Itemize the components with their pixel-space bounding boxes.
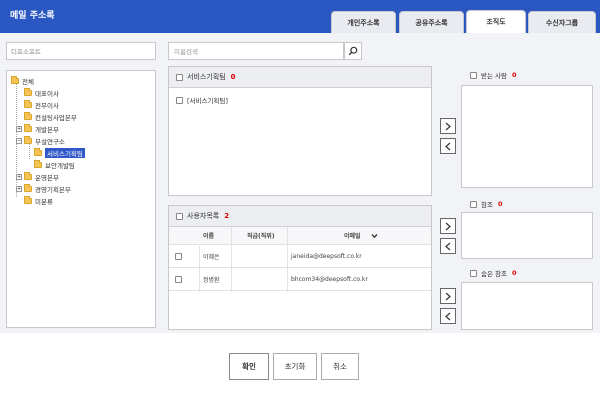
user-list-header: 사용자목록 2: [169, 206, 431, 227]
department-panel-title: 서비스기획팀: [187, 73, 226, 81]
company-select-value: 디프소프트: [11, 48, 41, 56]
folder-icon: [11, 75, 19, 84]
to-count: 0: [512, 71, 517, 79]
add-to-recipient-button[interactable]: [440, 118, 456, 134]
tree-node-management[interactable]: + 경영기획본부: [16, 183, 71, 194]
tab-recipient-group[interactable]: 수신자그룹: [528, 11, 596, 33]
search-placeholder: 이름검색: [174, 48, 198, 56]
tree-node-unclassified[interactable]: 미분류: [24, 195, 53, 206]
expand-plus-icon[interactable]: +: [16, 125, 22, 132]
user-count: 2: [224, 212, 230, 220]
expand-plus-icon[interactable]: +: [16, 185, 22, 192]
window-title: 메일 주소록: [10, 11, 55, 21]
bcc-label: 숨은 참조 0: [470, 268, 517, 278]
confirm-button[interactable]: 확인: [229, 353, 269, 380]
user-select-all-checkbox[interactable]: [176, 212, 183, 220]
col-email-header[interactable]: 이메일: [344, 231, 361, 240]
row-checkbox[interactable]: [175, 253, 182, 260]
tree-node-dev[interactable]: + 개발본부: [16, 123, 59, 134]
folder-icon: [34, 159, 42, 168]
dept-select-all-checkbox[interactable]: [176, 73, 183, 81]
table-row[interactable]: 이혜은 janeida@deepsoft.co.kr: [169, 246, 431, 268]
folder-icon: [24, 87, 32, 96]
folder-icon: [24, 99, 32, 108]
folder-icon: [24, 135, 32, 144]
chevron-right-icon: [445, 222, 451, 230]
tree-node-security-dev[interactable]: 보안개발팀: [34, 159, 75, 170]
add-bcc-button[interactable]: [440, 288, 456, 304]
tree-node-operations[interactable]: + 운영본부: [16, 171, 59, 182]
remove-to-recipient-button[interactable]: [440, 138, 456, 154]
chevron-right-icon: [445, 292, 451, 300]
tab-org-chart[interactable]: 조직도: [466, 10, 526, 33]
folder-icon: [34, 147, 42, 156]
search-button[interactable]: [344, 42, 362, 60]
row-checkbox[interactable]: [175, 276, 182, 283]
user-email: bhcom34@deepsoft.co.kr: [291, 276, 368, 283]
folder-icon: [24, 171, 32, 180]
cc-list[interactable]: [461, 212, 593, 259]
col-name-header[interactable]: 이름: [203, 231, 214, 240]
user-list-panel: 사용자목록 2 이름 직급(직위) 이메일 이혜은 janeida@deepso…: [168, 205, 432, 330]
col-position-header[interactable]: 직급(직위): [247, 231, 275, 240]
reset-button[interactable]: 초기화: [273, 353, 317, 380]
tab-shared-addressbook[interactable]: 공유주소록: [399, 11, 464, 33]
chevron-left-icon: [445, 142, 451, 150]
department-panel: 서비스기획팀 0 [서비스기획팀]: [168, 66, 432, 196]
user-table-header: 이름 직급(직위) 이메일: [169, 227, 431, 245]
list-item[interactable]: [서비스기획팀]: [176, 95, 228, 105]
folder-icon: [24, 111, 32, 120]
folder-icon: [24, 195, 32, 204]
dept-item-label: [서비스기획팀]: [187, 97, 228, 105]
department-count: 0: [230, 73, 236, 81]
cc-select-all-checkbox[interactable]: [470, 200, 477, 208]
tree-node-ceo[interactable]: 대표이사: [24, 87, 59, 98]
cc-count: 0: [497, 200, 503, 208]
tab-personal-addressbook[interactable]: 개인주소록: [331, 11, 396, 33]
dept-item-checkbox[interactable]: [176, 96, 183, 104]
bcc-select-all-checkbox[interactable]: [470, 269, 477, 277]
user-name: 이혜은: [203, 254, 220, 261]
chevron-left-icon: [445, 312, 451, 320]
tree-node-executive[interactable]: 전무이사: [24, 99, 59, 110]
expand-plus-icon[interactable]: +: [16, 173, 22, 180]
collapse-minus-icon[interactable]: −: [16, 137, 22, 144]
chevron-down-icon[interactable]: [371, 233, 378, 239]
company-select[interactable]: 디프소프트: [6, 42, 156, 60]
to-select-all-checkbox[interactable]: [470, 71, 477, 79]
org-tree: 전체 대표이사 전무이사 컨설팅사업본부 + 개발본부 − 부설연구소 서비스기획팀…: [6, 70, 156, 328]
folder-icon: [24, 123, 32, 132]
remove-bcc-button[interactable]: [440, 308, 456, 324]
user-email: janeida@deepsoft.co.kr: [291, 253, 362, 260]
chevron-left-icon: [445, 242, 451, 250]
department-panel-header: 서비스기획팀 0: [169, 67, 431, 88]
name-search-input[interactable]: 이름검색: [168, 42, 344, 60]
bcc-list[interactable]: [461, 282, 593, 330]
chevron-right-icon: [445, 122, 451, 130]
bcc-count: 0: [512, 269, 517, 277]
remove-cc-button[interactable]: [440, 238, 456, 254]
tree-node-all[interactable]: 전체: [11, 75, 34, 86]
tree-node-research[interactable]: − 부설연구소: [16, 135, 65, 146]
folder-icon: [24, 183, 32, 192]
user-name: 정병환: [203, 277, 220, 284]
cc-label: 참조 0: [470, 199, 503, 209]
to-recipients-list[interactable]: [461, 85, 593, 188]
add-cc-button[interactable]: [440, 218, 456, 234]
table-row[interactable]: 정병환 bhcom34@deepsoft.co.kr: [169, 269, 431, 291]
tree-node-consulting[interactable]: 컨설팅사업본부: [24, 111, 77, 122]
to-recipients-label: 받는 사람 0: [470, 70, 517, 80]
cancel-button[interactable]: 취소: [321, 353, 359, 380]
user-list-title: 사용자목록: [187, 212, 220, 220]
tree-node-service-planning[interactable]: 서비스기획팀: [34, 147, 85, 158]
search-icon: [348, 46, 358, 56]
